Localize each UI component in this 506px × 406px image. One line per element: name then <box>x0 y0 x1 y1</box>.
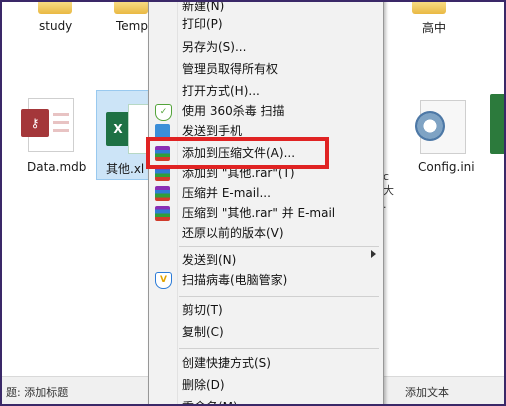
pc-manager-shield-icon: V <box>155 272 172 289</box>
menu-separator <box>179 246 379 247</box>
menu-item-pc-manager-scan[interactable]: 扫描病毒(电脑管家) <box>182 271 287 289</box>
context-menu: 新建(N) 打印(P) 另存为(S)... 管理员取得所有权 打开方式(H)..… <box>148 2 384 404</box>
menu-item-360-scan[interactable]: 使用 360杀毒 扫描 <box>182 102 285 120</box>
menu-icon-column-divider <box>177 2 178 404</box>
menu-item-compress-rar-email[interactable]: 压缩到 "其他.rar" 并 E-mail <box>182 204 335 222</box>
folder-icon <box>412 2 446 14</box>
menu-item-create-shortcut[interactable]: 创建快捷方式(S) <box>182 354 271 372</box>
menu-item-restore-versions[interactable]: 还原以前的版本(V) <box>182 224 284 242</box>
menu-item-open-with[interactable]: 打开方式(H)... <box>182 82 260 100</box>
file-other-xlsx-label[interactable]: 其他.xl <box>106 160 144 177</box>
menu-item-print[interactable]: 打印(P) <box>182 15 223 33</box>
gear-icon <box>415 111 445 141</box>
hidden-file-label-fragment: c大. <box>383 170 394 211</box>
status-right-text: 添加文本 <box>405 386 449 399</box>
folder-temp-label[interactable]: Temp <box>116 19 148 33</box>
submenu-arrow-icon <box>371 250 376 258</box>
menu-item-save-as[interactable]: 另存为(S)... <box>182 38 246 56</box>
menu-item-compress-email[interactable]: 压缩并 E-mail... <box>182 184 271 202</box>
menu-item-take-ownership[interactable]: 管理员取得所有权 <box>182 60 278 78</box>
winrar-icon <box>155 206 170 221</box>
folder-icon <box>38 2 72 14</box>
partial-file-icon <box>490 94 504 154</box>
access-key-icon: ⚷ <box>21 109 49 137</box>
folder-gaozhong-label[interactable]: 高中 <box>422 19 446 36</box>
menu-item-rename[interactable]: 重命名(M) <box>182 398 238 404</box>
folder-study-label[interactable]: study <box>39 19 72 33</box>
menu-item-cut[interactable]: 剪切(T) <box>182 301 223 319</box>
red-highlight-box <box>146 137 329 169</box>
shield-360-icon: ✓ <box>155 104 172 121</box>
config-file-icon[interactable] <box>415 100 466 154</box>
file-config-ini-label[interactable]: Config.ini <box>418 160 475 174</box>
menu-item-delete[interactable]: 删除(D) <box>182 376 225 394</box>
file-data-mdb-label[interactable]: Data.mdb <box>27 160 86 174</box>
screenshot-frame: study Temp 高中 ⚷ Data.mdb X 其他.xl c大. Con… <box>0 0 506 406</box>
folder-icon <box>114 2 148 14</box>
status-left-text: 题: 添加标题 <box>6 386 69 399</box>
menu-separator <box>179 296 379 297</box>
winrar-icon <box>155 186 170 201</box>
menu-item-send-to[interactable]: 发送到(N) <box>182 251 236 269</box>
menu-item-new[interactable]: 新建(N) <box>182 2 224 15</box>
access-file-icon[interactable]: ⚷ <box>21 98 74 152</box>
menu-separator <box>179 348 379 349</box>
excel-file-icon: X <box>106 112 130 146</box>
menu-item-copy[interactable]: 复制(C) <box>182 323 224 341</box>
